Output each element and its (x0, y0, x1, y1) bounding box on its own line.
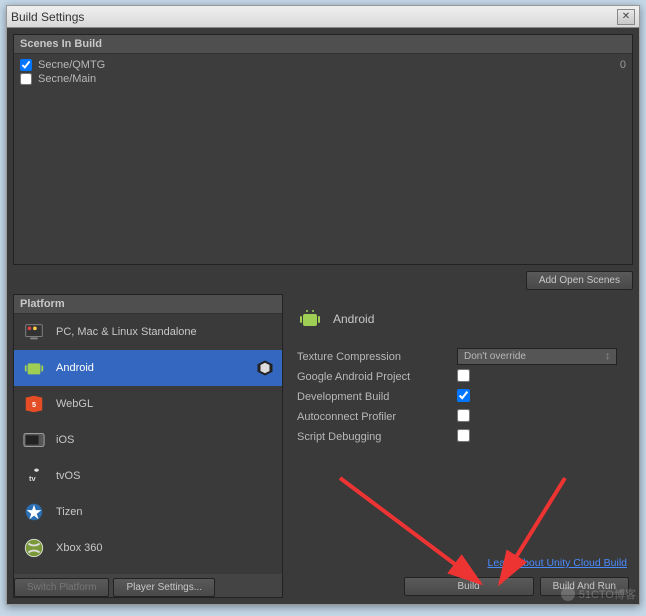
scene-path: Secne/QMTG (38, 59, 105, 71)
platform-label: tvOS (56, 470, 274, 482)
build-settings-window: Build Settings ✕ Scenes In Build Secne/Q… (6, 5, 640, 605)
android-icon (22, 356, 46, 380)
scenes-header: Scenes In Build (14, 35, 632, 54)
close-button[interactable]: ✕ (617, 9, 635, 25)
window-titlebar: Build Settings ✕ (7, 6, 639, 28)
platform-item-webgl[interactable]: 5 WebGL (14, 386, 282, 422)
platform-label: PC, Mac & Linux Standalone (56, 326, 274, 338)
platform-label: Tizen (56, 506, 274, 518)
development-build-checkbox[interactable] (457, 389, 470, 402)
google-android-project-label: Google Android Project (297, 371, 457, 383)
scenes-list: Secne/QMTG 0 Secne/Main (14, 54, 632, 264)
platform-label: Xbox 360 (56, 542, 274, 554)
standalone-icon (22, 320, 46, 344)
selected-platform-name: Android (333, 312, 374, 326)
build-and-run-button[interactable]: Build And Run (540, 577, 629, 596)
platform-item-ios[interactable]: iOS (14, 422, 282, 458)
scene-checkbox[interactable] (20, 59, 32, 71)
platform-list: PC, Mac & Linux Standalone Android 5 WebGL i… (14, 314, 282, 574)
player-settings-button[interactable]: Player Settings... (113, 578, 215, 597)
cloud-build-link[interactable]: Learn about Unity Cloud Build (297, 553, 629, 573)
platform-label: iOS (56, 434, 274, 446)
tizen-icon (22, 500, 46, 524)
scene-row[interactable]: Secne/QMTG 0 (20, 58, 626, 72)
switch-platform-button[interactable]: Switch Platform (14, 578, 109, 597)
autoconnect-profiler-label: Autoconnect Profiler (297, 411, 457, 423)
svg-text:tv: tv (29, 474, 36, 483)
android-icon (297, 306, 323, 332)
google-android-project-checkbox[interactable] (457, 369, 470, 382)
texture-compression-value: Don't override (464, 351, 526, 362)
platform-item-standalone[interactable]: PC, Mac & Linux Standalone (14, 314, 282, 350)
chevron-down-icon: ‡ (606, 352, 610, 361)
script-debugging-label: Script Debugging (297, 431, 457, 443)
platform-item-tvos[interactable]: tv tvOS (14, 458, 282, 494)
scene-checkbox[interactable] (20, 73, 32, 85)
script-debugging-checkbox[interactable] (457, 429, 470, 442)
scene-row[interactable]: Secne/Main (20, 72, 626, 86)
development-build-label: Development Build (297, 391, 457, 403)
texture-compression-label: Texture Compression (297, 351, 457, 363)
add-open-scenes-button[interactable]: Add Open Scenes (526, 271, 633, 290)
xbox360-icon (22, 536, 46, 560)
platform-details: Android Texture Compression Don't overri… (289, 294, 633, 598)
platform-panel: Platform PC, Mac & Linux Standalone Andro… (13, 294, 283, 598)
platform-item-android[interactable]: Android (14, 350, 282, 386)
platform-item-tizen[interactable]: Tizen (14, 494, 282, 530)
webgl-icon: 5 (22, 392, 46, 416)
scene-index: 0 (620, 59, 626, 71)
platform-label: WebGL (56, 398, 274, 410)
autoconnect-profiler-checkbox[interactable] (457, 409, 470, 422)
tvos-icon: tv (22, 464, 46, 488)
platform-item-xbox360[interactable]: Xbox 360 (14, 530, 282, 566)
build-button[interactable]: Build (404, 577, 534, 596)
platform-header: Platform (14, 295, 282, 314)
ios-icon (22, 428, 46, 452)
scenes-in-build-panel: Scenes In Build Secne/QMTG 0 Secne/Main (13, 34, 633, 265)
platform-label: Android (56, 362, 246, 374)
scene-path: Secne/Main (38, 73, 96, 85)
texture-compression-dropdown[interactable]: Don't override ‡ (457, 348, 617, 365)
unity-badge-icon (256, 359, 274, 377)
window-title: Build Settings (11, 10, 617, 24)
svg-text:5: 5 (32, 400, 36, 409)
